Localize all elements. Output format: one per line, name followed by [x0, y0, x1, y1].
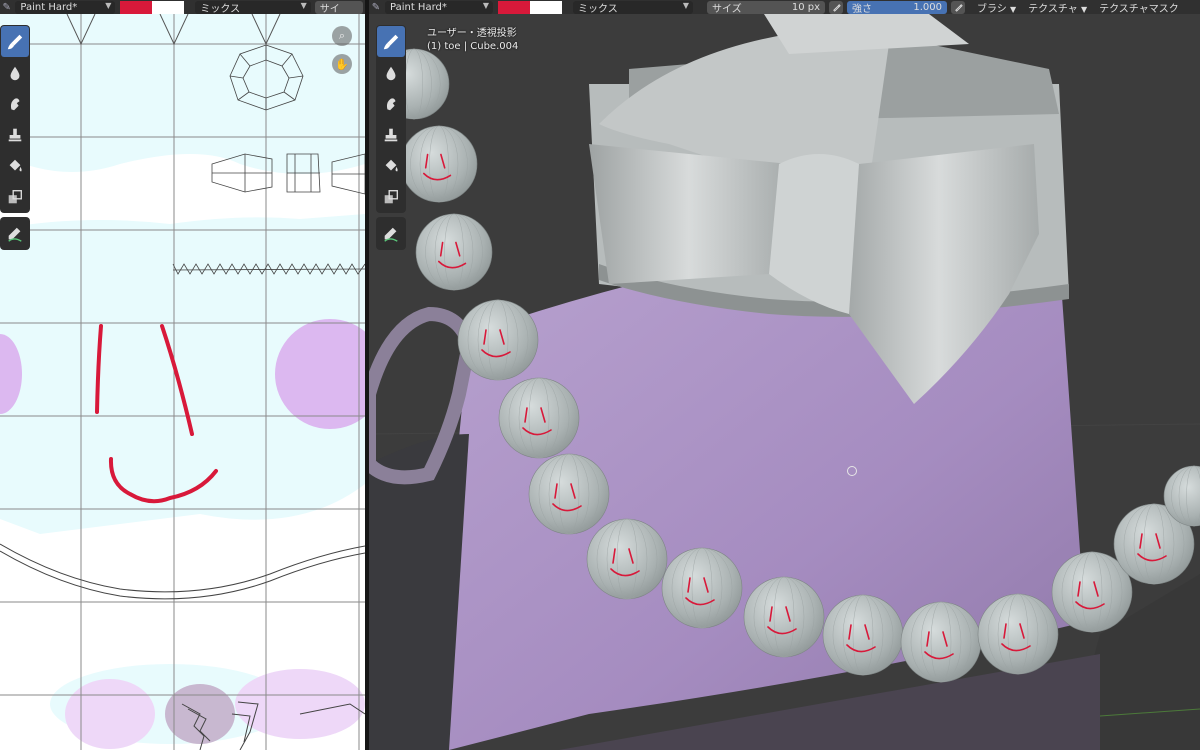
strength-value: 1.000 — [913, 1, 942, 13]
uv-size-label: サイ — [319, 3, 340, 15]
viewport-toolbar — [376, 25, 406, 254]
size-field[interactable]: サイズ 10 px — [707, 0, 825, 15]
uv-tool-group-paint — [0, 25, 30, 213]
brush-menu[interactable]: ブラシ ▼ — [971, 0, 1022, 15]
uv-brush-name: Paint Hard* — [20, 1, 78, 13]
brush-icon — [383, 34, 399, 49]
brush-menu-label: ブラシ — [977, 3, 1007, 15]
soften-tool-button[interactable] — [377, 57, 405, 88]
pearl-sphere — [661, 547, 743, 629]
uv-image-editor[interactable]: ⌕ ✋ — [0, 14, 365, 750]
fill-tool-button[interactable] — [377, 150, 405, 181]
size-pressure-toggle[interactable] — [829, 0, 843, 14]
draw-tool-button[interactable] — [1, 26, 29, 57]
tool-group-annotate — [376, 217, 406, 250]
bucket-icon — [9, 159, 22, 171]
active-object-label: (1) toe | Cube.004 — [427, 41, 519, 52]
pearl-sphere — [743, 576, 825, 658]
3d-viewport[interactable]: ユーザー・透視投影 (1) toe | Cube.004 — [369, 14, 1200, 750]
zoom-gizmo-icon[interactable]: ⌕ — [332, 26, 352, 46]
uv-tool-group-annotate — [0, 217, 30, 250]
chevron-down-icon: ▼ — [1080, 4, 1088, 14]
uv-blend-mode-dropdown[interactable]: ミックス ▼ — [195, 0, 311, 15]
stamp-icon — [384, 128, 398, 141]
viewport-scene[interactable] — [369, 14, 1200, 750]
pearl-sphere — [498, 377, 580, 459]
secondary-color-swatch[interactable] — [530, 0, 562, 14]
strength-field[interactable]: 強さ 1.000 — [847, 0, 947, 15]
chevron-down-icon: ▼ — [105, 0, 112, 10]
smear-icon — [386, 97, 396, 110]
uv-color-swatches — [120, 0, 185, 14]
uv-purple-paint — [65, 679, 155, 749]
uv-toolbar — [0, 25, 30, 254]
brush-name: Paint Hard* — [390, 1, 447, 13]
uv-paint-tint — [0, 14, 365, 174]
pearl-sphere — [528, 453, 610, 535]
smear-tool-button[interactable] — [1, 88, 29, 119]
texture-menu-label: テクスチャ — [1028, 3, 1078, 15]
color-swatches — [498, 0, 562, 14]
bucket-icon — [385, 159, 398, 171]
clone-tool-button[interactable] — [1, 119, 29, 150]
pearl-sphere — [822, 594, 904, 676]
pearl-sphere — [400, 125, 478, 203]
bow-left-wing-mesh — [589, 144, 789, 284]
tool-group-paint — [376, 25, 406, 213]
texture-menu[interactable]: テクスチャ ▼ — [1022, 0, 1093, 15]
mask-icon — [8, 189, 22, 203]
uv-primary-color-swatch[interactable] — [120, 0, 153, 14]
primary-color-swatch[interactable] — [498, 0, 530, 14]
pen-pressure-icon — [954, 3, 963, 12]
mask-tool-button[interactable] — [1, 181, 29, 212]
strength-label: 強さ — [852, 3, 872, 15]
pan-hand-icon[interactable]: ✋ — [332, 54, 352, 74]
blend-mode-dropdown[interactable]: ミックス ▼ — [573, 0, 693, 15]
smear-icon — [10, 97, 20, 110]
pearl-sphere — [900, 601, 982, 683]
mask-tool-button[interactable] — [377, 181, 405, 212]
uv-brush-selector[interactable]: Paint Hard* ▼ — [15, 0, 116, 14]
annotate-icon — [384, 227, 398, 242]
chevron-down-icon: ▼ — [482, 0, 489, 10]
pearl-sphere — [586, 518, 668, 600]
pen-pressure-icon — [832, 3, 841, 12]
brush-icon — [7, 34, 23, 49]
texture-mask-menu[interactable]: テクスチャマスク — [1093, 0, 1185, 15]
viewport-header: ✎ Paint Hard* ▼ ミックス ▼ サイズ 10 px 強さ 1.00… — [369, 0, 1200, 14]
strength-pressure-toggle[interactable] — [951, 0, 965, 14]
drop-icon — [386, 66, 396, 80]
soften-tool-button[interactable] — [1, 57, 29, 88]
uv-blend-mode-value: ミックス — [200, 3, 241, 15]
blend-mode-value: ミックス — [578, 3, 618, 15]
clone-tool-button[interactable] — [377, 119, 405, 150]
brush-selector[interactable]: Paint Hard* ▼ — [385, 0, 493, 14]
smear-tool-button[interactable] — [377, 88, 405, 119]
view-name-label: ユーザー・透視投影 — [427, 28, 517, 39]
texture-mask-menu-label: テクスチャマスク — [1099, 3, 1179, 15]
fill-tool-button[interactable] — [1, 150, 29, 181]
chevron-down-icon: ▼ — [682, 0, 689, 10]
chevron-down-icon: ▼ — [300, 0, 307, 10]
brush-settings-icon[interactable]: ✎ — [0, 0, 13, 14]
pearl-sphere — [457, 299, 539, 381]
pearl-sphere — [977, 593, 1059, 675]
stamp-icon — [8, 128, 22, 141]
draw-tool-button[interactable] — [377, 26, 405, 57]
uv-canvas[interactable] — [0, 14, 365, 750]
chevron-down-icon: ▼ — [1010, 4, 1017, 14]
size-label: サイズ — [712, 3, 742, 15]
uv-editor-header: ✎ Paint Hard* ▼ ミックス ▼ サイ — [0, 0, 365, 14]
uv-secondary-color-swatch[interactable] — [152, 0, 185, 14]
annotate-tool-button[interactable] — [1, 218, 29, 249]
uv-size-field[interactable]: サイ — [314, 0, 364, 15]
pearl-sphere — [415, 213, 493, 291]
annotate-tool-button[interactable] — [377, 218, 405, 249]
mask-icon — [384, 189, 398, 203]
brush-settings-icon[interactable]: ✎ — [369, 0, 383, 14]
size-value: 10 px — [791, 1, 820, 13]
annotate-icon — [8, 227, 22, 242]
drop-icon — [10, 66, 20, 80]
